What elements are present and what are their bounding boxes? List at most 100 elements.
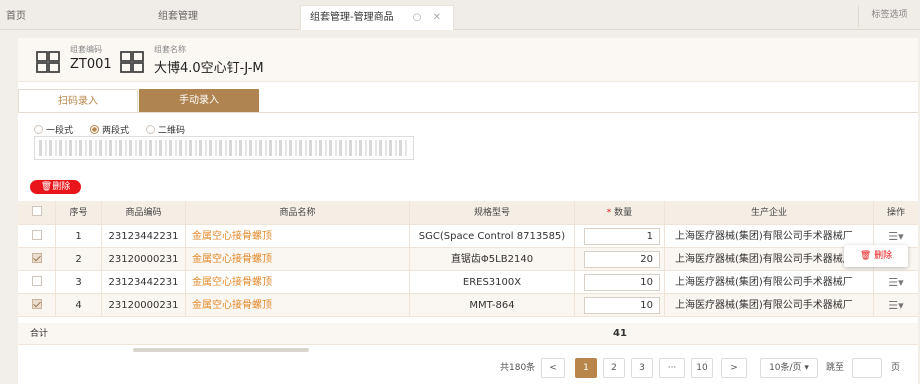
page-unit: 页: [891, 363, 901, 373]
row-spec: SGC(Space Control 8713585): [410, 225, 575, 247]
row-op-cell: ☰▾: [874, 294, 918, 316]
jump-label: 跳至: [826, 363, 845, 373]
kit-name-value: 大博4.0空心钉-J-M: [154, 61, 264, 76]
total-count: 共180条: [500, 363, 536, 373]
kit-name-icon: [120, 51, 144, 73]
quantity-input[interactable]: 10: [584, 274, 660, 291]
row-seq: 1: [56, 225, 102, 247]
row-qty-cell: 20: [575, 248, 665, 270]
radio-two-segment[interactable]: 两段式: [90, 123, 129, 136]
select-all-checkbox[interactable]: [31, 206, 42, 216]
tab-scan-entry[interactable]: 扫码录入: [18, 89, 138, 113]
row-code: 23120000231: [102, 248, 186, 270]
header-qty: * 数量: [575, 201, 665, 224]
tab-bar: 首页 组套管理 组套管理-管理商品 ○ ✕ 标签选项: [0, 0, 920, 30]
menu-dropdown-icon[interactable]: ☰▾: [888, 299, 903, 312]
row-manufacturer: 上海医疗器械(集团)有限公司手术器械厂: [665, 248, 874, 270]
barcode-pattern: [39, 140, 409, 156]
tab-options-button[interactable]: 标签选项: [858, 5, 920, 27]
kit-code-label: 组套编码: [70, 45, 102, 54]
header-spec: 规格型号: [410, 201, 575, 224]
row-name-link[interactable]: 金属空心接骨螺顶: [186, 248, 410, 270]
row-delete-popup[interactable]: 🗑 删除: [844, 245, 908, 267]
table-row: 3 23123442231 金属空心接骨螺顶 ERES3100X 10 上海医疗…: [18, 271, 918, 294]
row-manufacturer: 上海医疗器械(集团)有限公司手术器械厂: [665, 294, 874, 316]
tab-home[interactable]: 首页: [6, 5, 26, 30]
row-checkbox[interactable]: [31, 299, 42, 309]
header-manufacturer: 生产企业: [665, 201, 874, 224]
pagination: 共180条 < 1 2 3 ··· 10 > 10条/页 ▾ 跳至 页: [18, 358, 918, 378]
refresh-close-icons[interactable]: ○ ✕: [413, 6, 445, 29]
sum-row: 合计 41: [18, 323, 918, 345]
row-checkbox[interactable]: [31, 230, 42, 240]
barcode-input[interactable]: [34, 136, 414, 160]
radio-dot: [146, 125, 155, 134]
jump-input[interactable]: [852, 358, 882, 378]
page-size-select[interactable]: 10条/页 ▾: [760, 358, 818, 378]
kit-code-icon: [36, 51, 60, 73]
menu-dropdown-icon[interactable]: ☰▾: [888, 230, 903, 243]
row-spec: ERES3100X: [410, 271, 575, 293]
row-seq: 2: [56, 248, 102, 270]
main-panel: 组套编码 ZT001 组套名称 大博4.0空心钉-J-M 扫码录入 手动录入 一…: [18, 38, 918, 384]
select-all-cell: [18, 201, 56, 224]
kit-name-label: 组套名称: [154, 45, 186, 54]
trash-icon: 🗑: [40, 182, 53, 192]
sum-value: 41: [613, 328, 627, 339]
row-spec: 直锯齿Φ5LB2140: [410, 248, 575, 270]
row-checkbox-cell: [18, 225, 56, 247]
page-ellipsis[interactable]: ···: [659, 358, 685, 378]
row-checkbox[interactable]: [31, 276, 42, 286]
row-checkbox-cell: [18, 294, 56, 316]
row-code: 23123442231: [102, 271, 186, 293]
header-name: 商品名称: [186, 201, 410, 224]
header-seq: 序号: [56, 201, 102, 224]
radio-one-segment[interactable]: 一段式: [34, 123, 73, 136]
row-spec: MMT-864: [410, 294, 575, 316]
row-seq: 4: [56, 294, 102, 316]
row-checkbox[interactable]: [31, 253, 42, 263]
quantity-input[interactable]: 20: [584, 251, 660, 268]
row-name-link[interactable]: 金属空心接骨螺顶: [186, 294, 410, 316]
header-code: 商品编码: [102, 201, 186, 224]
delete-label: 删除: [52, 182, 71, 192]
row-checkbox-cell: [18, 271, 56, 293]
radio-dot: [34, 125, 43, 134]
row-seq: 3: [56, 271, 102, 293]
page-1[interactable]: 1: [575, 358, 597, 378]
kit-info-header: 组套编码 ZT001 组套名称 大博4.0空心钉-J-M: [18, 38, 918, 82]
row-op-cell: ☰▾: [874, 271, 918, 293]
header-operation: 操作: [886, 208, 905, 218]
next-page-button[interactable]: >: [721, 358, 747, 378]
trash-icon: 🗑: [859, 251, 872, 261]
row-op-cell: ☰▾: [874, 225, 918, 247]
row-checkbox-cell: [18, 248, 56, 270]
page-10[interactable]: 10: [691, 358, 713, 378]
tab-kit-management[interactable]: 组套管理: [158, 5, 198, 30]
tab-kit-manage-goods[interactable]: 组套管理-管理商品 ○ ✕: [300, 5, 454, 30]
page-2[interactable]: 2: [603, 358, 625, 378]
row-code: 23120000231: [102, 294, 186, 316]
page-3[interactable]: 3: [631, 358, 653, 378]
radio-qr-code[interactable]: 二维码: [146, 123, 185, 136]
row-name-link[interactable]: 金属空心接骨螺顶: [186, 271, 410, 293]
horizontal-scrollbar[interactable]: [133, 348, 309, 352]
tab-label: 组套管理-管理商品: [310, 12, 394, 23]
row-name-link[interactable]: 金属空心接骨螺顶: [186, 225, 410, 247]
table-header-row: 序号 商品编码 商品名称 规格型号 * 数量 生产企业 操作: [18, 201, 918, 225]
row-manufacturer: 上海医疗器械(集团)有限公司手术器械厂: [665, 271, 874, 293]
tab-manual-entry[interactable]: 手动录入: [139, 89, 259, 113]
menu-dropdown-icon[interactable]: ☰▾: [888, 276, 903, 289]
kit-code-value: ZT001: [70, 57, 112, 72]
row-manufacturer: 上海医疗器械(集团)有限公司手术器械厂: [665, 225, 874, 247]
prev-page-button[interactable]: <: [541, 358, 565, 378]
quantity-input[interactable]: 10: [584, 297, 660, 314]
delete-button[interactable]: 🗑删除: [30, 180, 81, 194]
required-mark: *: [606, 208, 612, 218]
row-qty-cell: 10: [575, 294, 665, 316]
quantity-input[interactable]: 1: [584, 228, 660, 245]
radio-dot: [90, 125, 99, 134]
radio-label: 一段式: [46, 126, 74, 136]
row-qty-cell: 10: [575, 271, 665, 293]
row-code: 23123442231: [102, 225, 186, 247]
